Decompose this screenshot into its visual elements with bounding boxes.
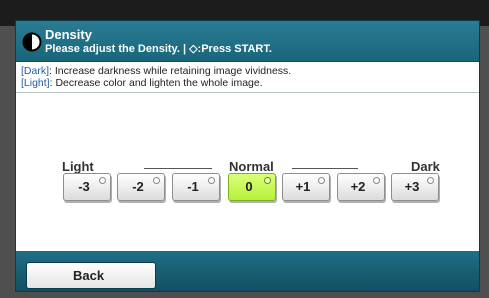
radio-indicator-icon <box>264 177 271 184</box>
density-button-minus-2[interactable]: -2 <box>117 173 165 201</box>
density-button-0-selected[interactable]: 0 <box>228 173 276 201</box>
screen-footer: Back <box>16 251 479 291</box>
radio-indicator-icon <box>153 177 160 184</box>
screen-instruction: Please adjust the Density. | ◇:Press STA… <box>45 43 272 55</box>
light-tag: [Light] <box>21 77 50 89</box>
normal-label: Normal <box>229 159 274 174</box>
scale-line-right <box>292 168 358 169</box>
info-panel: [Dark]: Increase darkness while retainin… <box>16 62 479 93</box>
density-button-label: +1 <box>295 179 311 194</box>
density-button-label: +2 <box>350 179 366 194</box>
density-button-label: +3 <box>404 179 420 194</box>
screen-title: Density <box>45 27 92 42</box>
density-screen: Density Please adjust the Density. | ◇:P… <box>15 20 480 292</box>
radio-indicator-icon <box>99 177 106 184</box>
radio-indicator-icon <box>373 177 380 184</box>
scale-line-left <box>144 168 212 169</box>
density-selector: Light Normal Dark -3 -2 -1 0 +1 +2 +3 <box>16 93 479 257</box>
dark-description-text: : Increase darkness while retaining imag… <box>49 65 292 77</box>
radio-indicator-icon <box>208 177 215 184</box>
contrast-icon <box>22 32 42 52</box>
light-label: Light <box>62 159 94 174</box>
dark-tag: [Dark] <box>21 65 50 77</box>
density-button-minus-1[interactable]: -1 <box>172 173 220 201</box>
density-button-label: -1 <box>187 179 199 194</box>
density-button-plus-2[interactable]: +2 <box>337 173 385 201</box>
back-button-label: Back <box>73 268 105 283</box>
density-button-plus-1[interactable]: +1 <box>282 173 330 201</box>
dark-description: [Dark]: Increase darkness while retainin… <box>21 65 291 77</box>
density-button-plus-3[interactable]: +3 <box>391 173 439 201</box>
density-button-label: 0 <box>245 179 253 194</box>
radio-indicator-icon <box>318 177 325 184</box>
density-button-label: -3 <box>78 179 90 194</box>
radio-indicator-icon <box>427 177 434 184</box>
back-button[interactable]: Back <box>26 262 156 289</box>
dark-label: Dark <box>411 159 440 174</box>
light-description: [Light]: Decrease color and lighten the … <box>21 77 263 89</box>
density-button-label: -2 <box>132 179 144 194</box>
light-description-text: : Decrease color and lighten the whole i… <box>49 77 263 89</box>
screen-header: Density Please adjust the Density. | ◇:P… <box>16 21 479 62</box>
density-button-minus-3[interactable]: -3 <box>63 173 111 201</box>
